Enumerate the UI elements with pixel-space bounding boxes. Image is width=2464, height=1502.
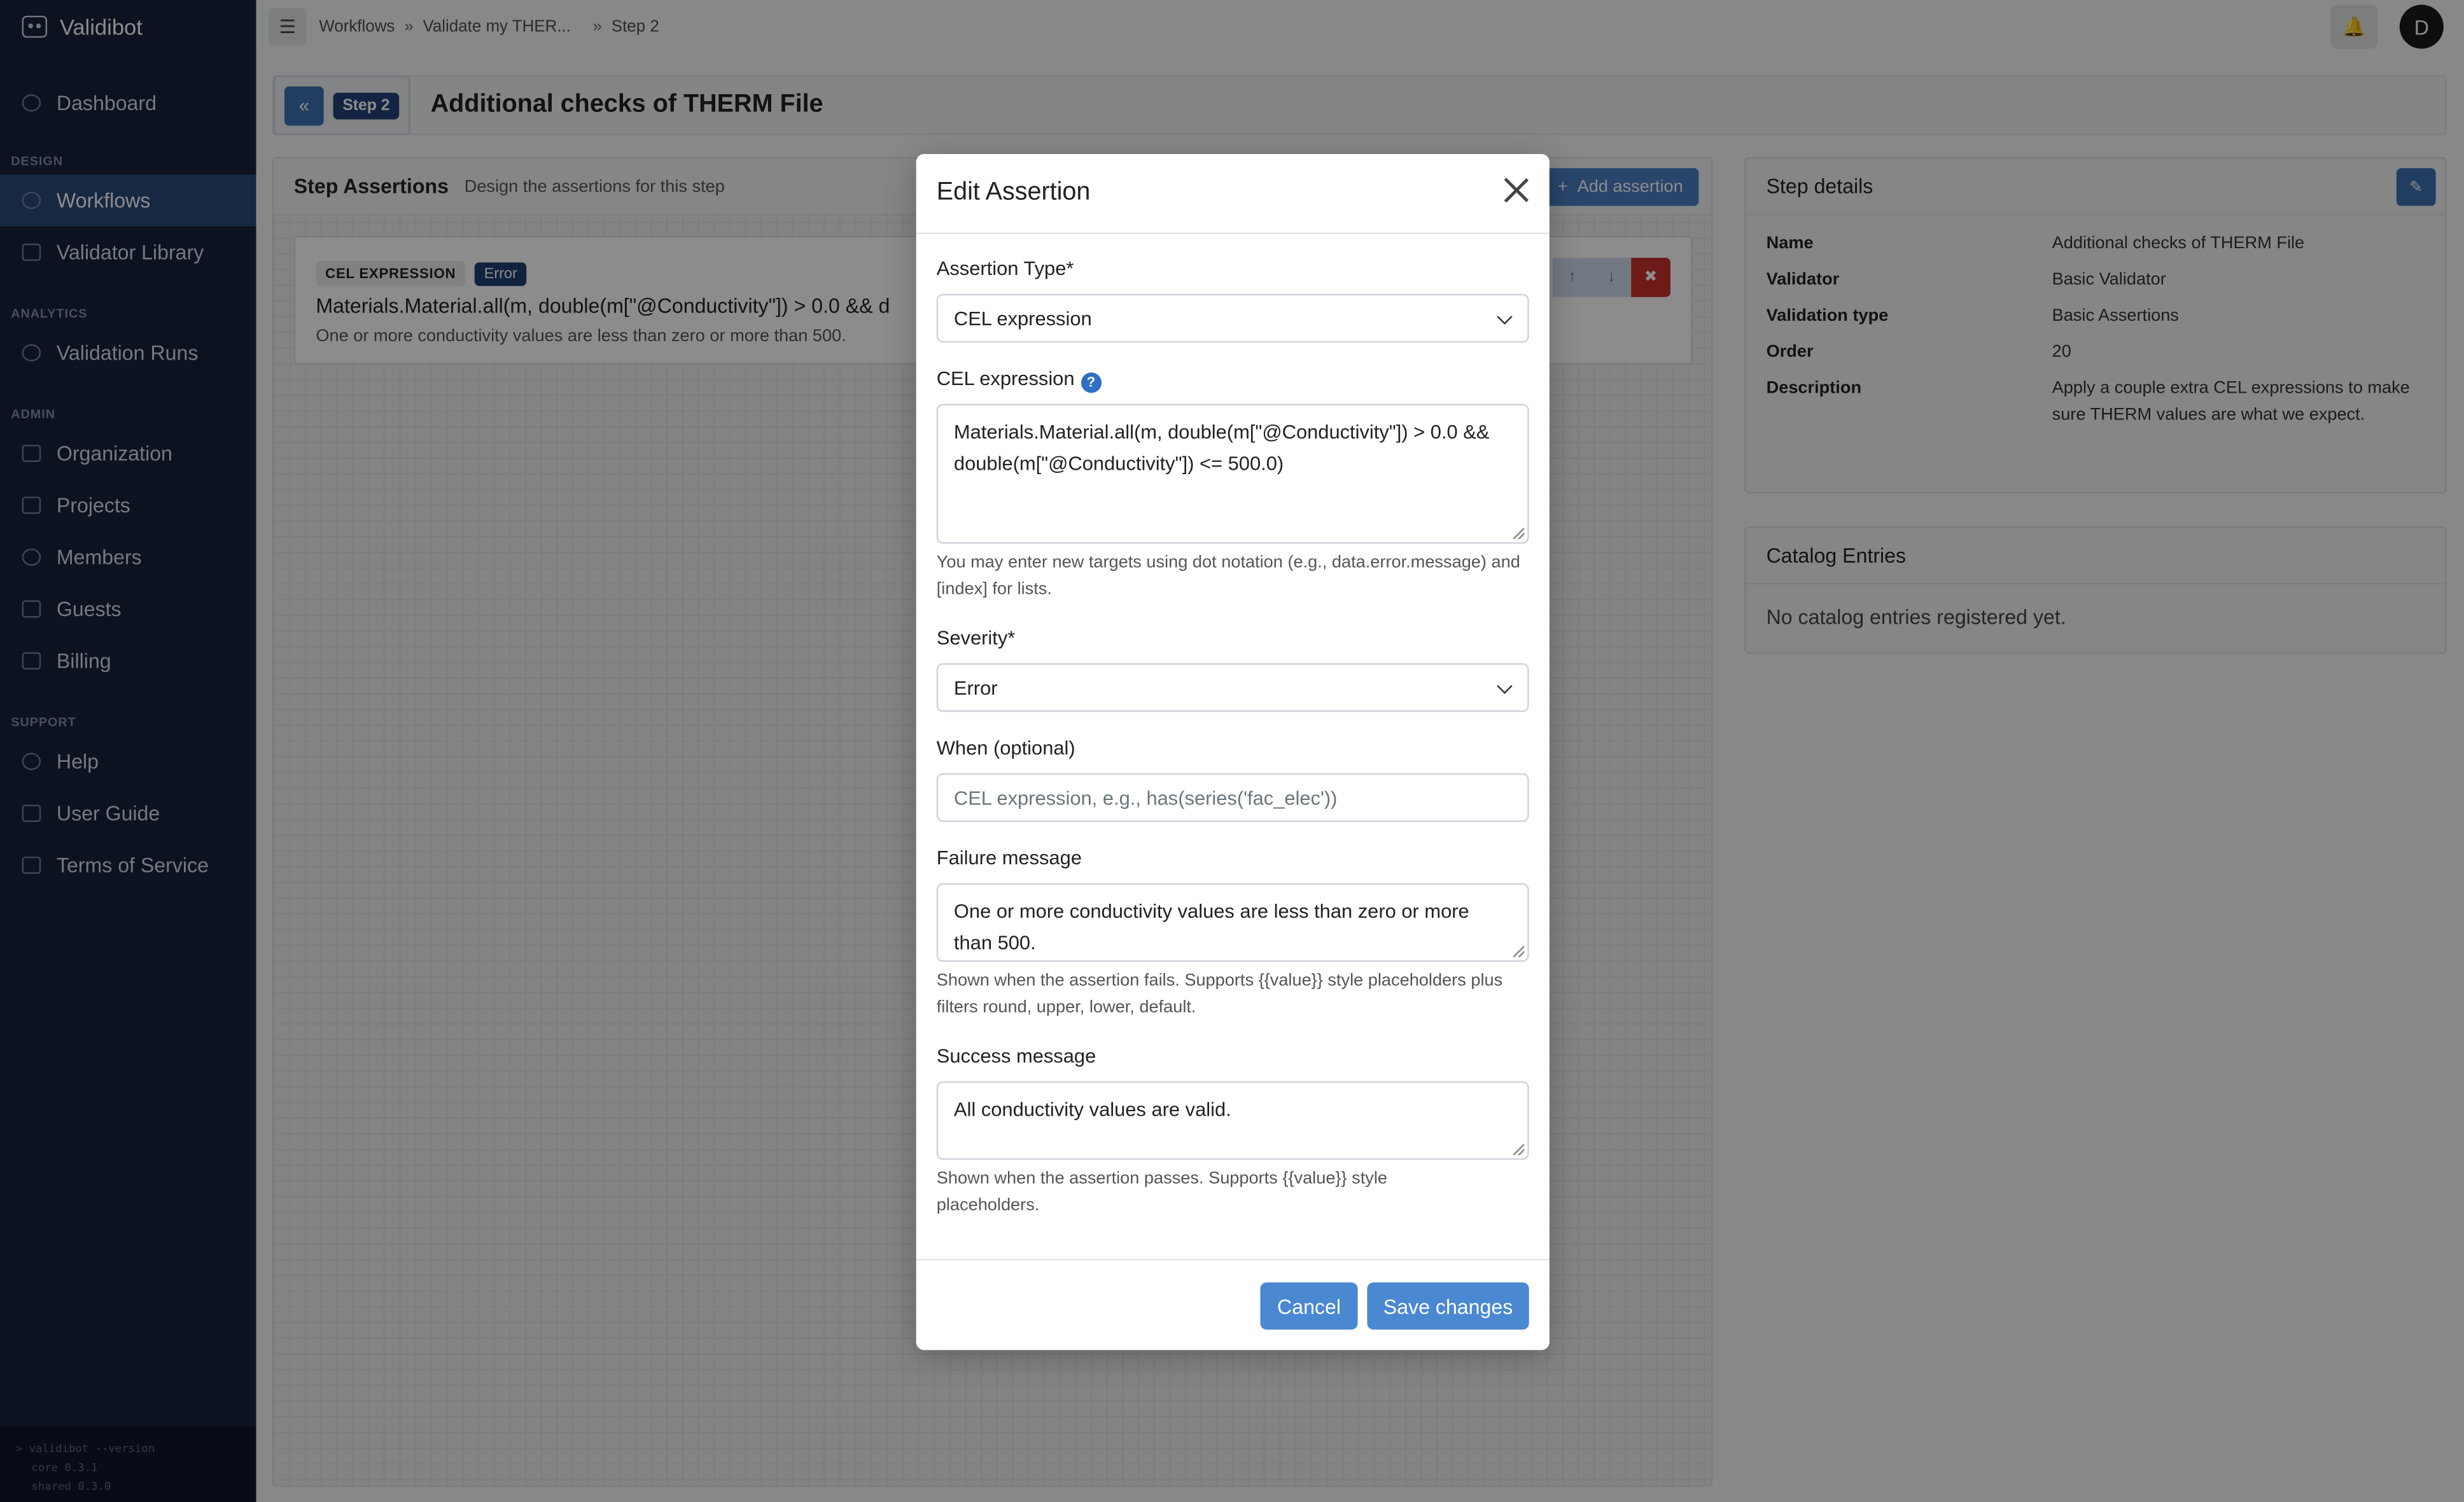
modal-header: Edit Assertion <box>916 154 1550 234</box>
save-changes-button[interactable]: Save changes <box>1367 1282 1529 1330</box>
success-message-textarea[interactable]: All conductivity values are valid. <box>936 1081 1529 1160</box>
success-message-help: Shown when the assertion passes. Support… <box>936 1169 1387 1215</box>
edit-assertion-modal: Edit Assertion Assertion Type* CEL expre… <box>916 154 1550 1351</box>
failure-message-help: Shown when the assertion fails. Supports… <box>936 971 1503 1017</box>
assertion-type-select[interactable]: CEL expression <box>936 293 1529 343</box>
when-label: When (optional) <box>936 737 1075 759</box>
cel-expression-help: You may enter new targets using dot nota… <box>936 553 1520 599</box>
failure-message-value: One or more conductivity values are less… <box>953 900 1469 953</box>
success-message-value: All conductivity values are valid. <box>953 1098 1231 1121</box>
cel-expression-textarea[interactable]: Materials.Material.all(m, double(m["@Con… <box>936 404 1529 544</box>
severity-label: Severity* <box>936 627 1016 649</box>
cel-expression-value: Materials.Material.all(m, double(m["@Con… <box>953 421 1490 474</box>
assertion-type-label: Assertion Type* <box>936 257 1074 280</box>
modal-footer: Cancel Save changes <box>916 1258 1550 1350</box>
question-circle-icon[interactable]: ? <box>1081 372 1102 393</box>
success-message-label: Success message <box>936 1045 1096 1067</box>
cancel-button[interactable]: Cancel <box>1260 1282 1358 1330</box>
chevron-down-icon <box>1497 677 1513 694</box>
when-input[interactable]: CEL expression, e.g., has(series('fac_el… <box>936 773 1529 822</box>
when-placeholder: CEL expression, e.g., has(series('fac_el… <box>953 786 1338 809</box>
chevron-down-icon <box>1497 308 1513 324</box>
close-icon[interactable] <box>1502 176 1530 204</box>
failure-message-label: Failure message <box>936 847 1082 869</box>
failure-message-textarea[interactable]: One or more conductivity values are less… <box>936 883 1529 962</box>
cel-expression-label: CEL expression? <box>936 367 1102 393</box>
modal-title: Edit Assertion <box>936 179 1091 206</box>
cel-expression-label-text: CEL expression <box>936 367 1075 390</box>
assertion-type-value: CEL expression <box>953 307 1092 330</box>
app-page: Validibot Dashboard DESIGN Workflows Val… <box>0 0 2464 1502</box>
severity-select[interactable]: Error <box>936 663 1529 712</box>
severity-value: Error <box>953 677 998 699</box>
